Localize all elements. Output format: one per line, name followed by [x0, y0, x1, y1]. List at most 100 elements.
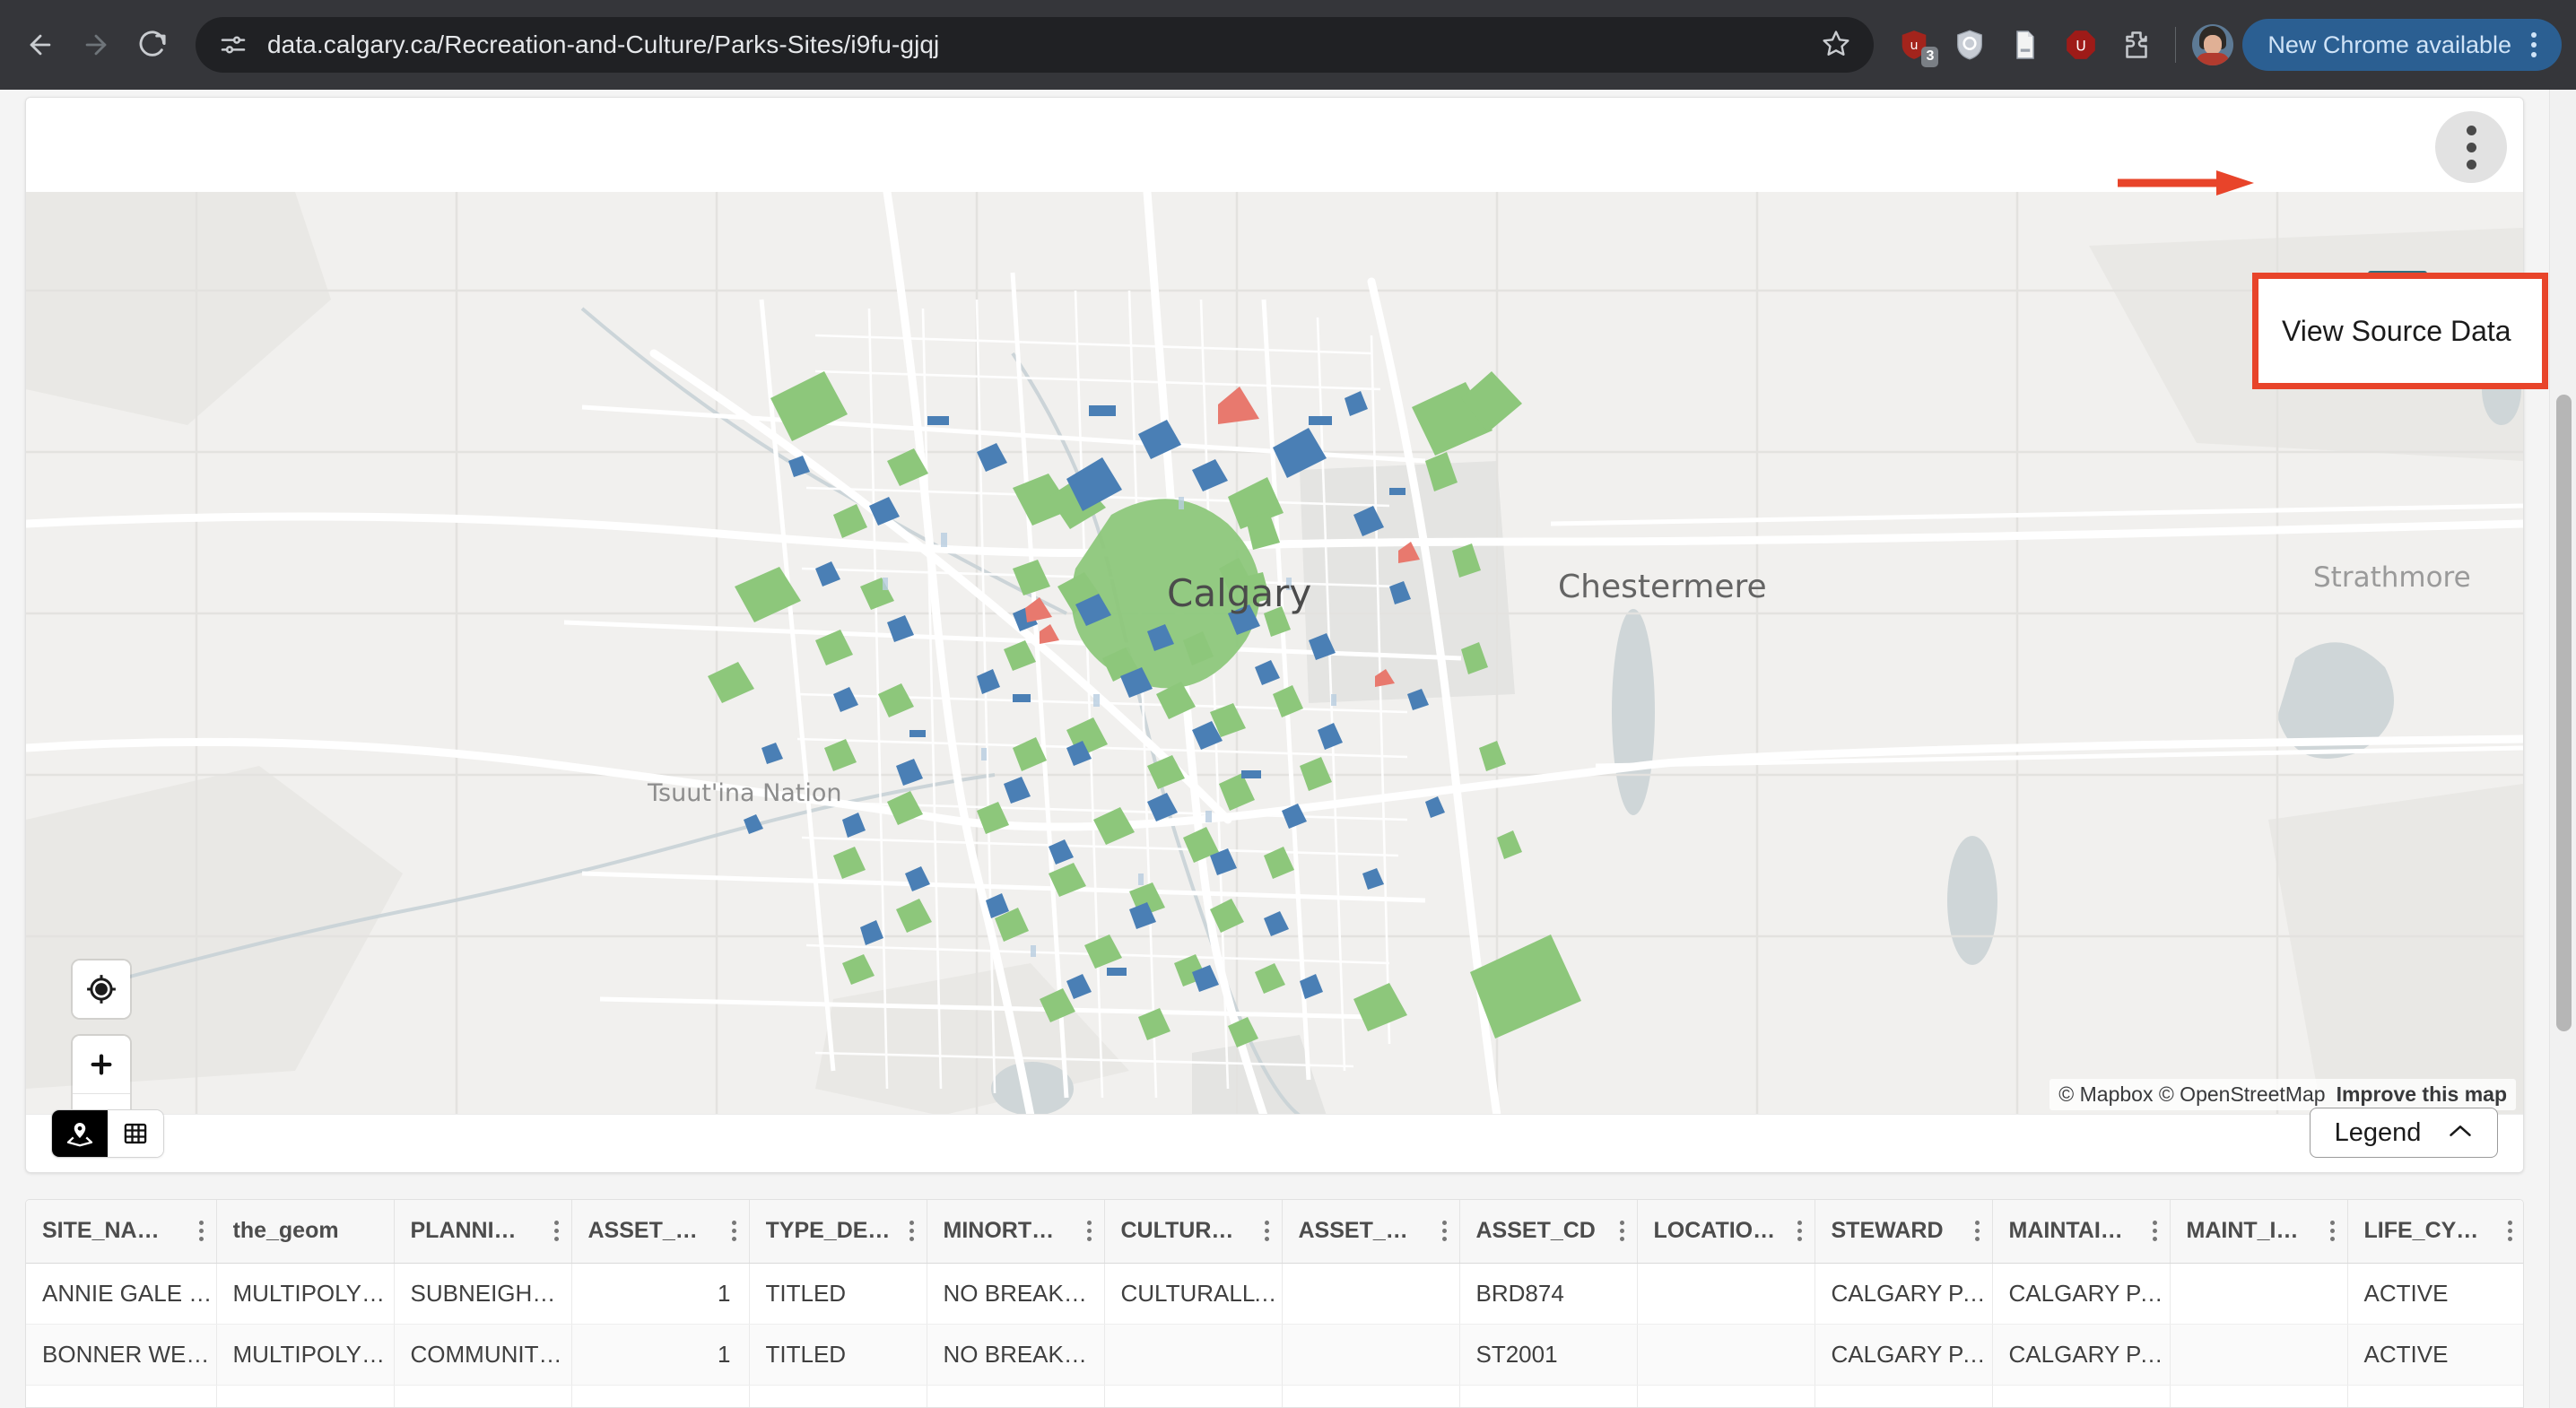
- table-column-header[interactable]: STEWARD: [1815, 1200, 1993, 1264]
- reload-icon[interactable]: [124, 17, 179, 73]
- table-cell: [2170, 1385, 2348, 1407]
- column-menu-icon[interactable]: [731, 1221, 736, 1242]
- geolocate-icon[interactable]: [73, 960, 130, 1018]
- column-menu-icon[interactable]: [2329, 1221, 2335, 1242]
- ublock-origin-extension-icon[interactable]: u 3: [1886, 17, 1942, 73]
- table-header-row: SITE_NA… the_geom PLANNI… ASSET_… TYPE_DE… MI…: [26, 1200, 2523, 1264]
- column-menu-icon[interactable]: [1619, 1221, 1624, 1242]
- table-cell: COMMUNITY…: [394, 1324, 572, 1386]
- table-row[interactable]: [26, 1385, 2523, 1407]
- column-menu-icon[interactable]: [553, 1221, 559, 1242]
- table-column-header-label: SITE_NA…: [42, 1218, 160, 1244]
- map-view-toggle-button[interactable]: [52, 1110, 108, 1157]
- improve-map-link[interactable]: Improve this map: [2337, 1082, 2507, 1107]
- column-menu-icon[interactable]: [198, 1221, 204, 1242]
- table-column-header[interactable]: ASSET_…: [1282, 1200, 1460, 1264]
- table-cell: [1282, 1385, 1460, 1407]
- extensions-puzzle-icon[interactable]: [2109, 17, 2164, 73]
- map-options-kebab-button[interactable]: [2435, 111, 2507, 183]
- table-cell: BRD874: [1459, 1263, 1638, 1325]
- table-column-header-label: CULTUR…: [1120, 1218, 1234, 1244]
- data-grid: SITE_NA… the_geom PLANNI… ASSET_… TYPE_DE… MI…: [26, 1200, 2523, 1407]
- table-cell: [394, 1385, 572, 1407]
- document-extension-icon[interactable]: [1997, 17, 2053, 73]
- table-column-header[interactable]: MAINTAI…: [1992, 1200, 2171, 1264]
- table-column-header-label: TYPE_DE…: [765, 1218, 891, 1244]
- table-cell: ST2001: [1459, 1324, 1638, 1386]
- table-cell: [1282, 1263, 1460, 1325]
- menu-item-view-source-data[interactable]: View Source Data: [2258, 315, 2542, 348]
- table-column-header[interactable]: MINORT…: [927, 1200, 1105, 1264]
- table-cell: ACTIVE: [2347, 1263, 2523, 1325]
- view-mode-toggle: [51, 1109, 164, 1158]
- address-bar[interactable]: data.calgary.ca/Recreation-and-Culture/P…: [196, 17, 1875, 73]
- map-card-footer: Legend: [26, 1108, 2523, 1172]
- zoom-control-group: [73, 1036, 130, 1116]
- page-scrollbar-thumb[interactable]: [2556, 395, 2572, 1031]
- table-cell: BONNER WE…: [26, 1324, 217, 1386]
- table-cell: CULTURALLY…: [1104, 1263, 1283, 1325]
- back-icon[interactable]: [13, 17, 68, 73]
- legend-button-label: Legend: [2334, 1117, 2422, 1147]
- table-column-header[interactable]: LOCATIO…: [1637, 1200, 1815, 1264]
- table-cell: NO BREAKD…: [927, 1263, 1105, 1325]
- column-menu-icon[interactable]: [909, 1221, 914, 1242]
- table-column-header[interactable]: CULTUR…: [1104, 1200, 1283, 1264]
- browser-toolbar: data.calgary.ca/Recreation-and-Culture/P…: [0, 0, 2576, 90]
- table-cell: [2170, 1263, 2348, 1325]
- source-data-table[interactable]: SITE_NA… the_geom PLANNI… ASSET_… TYPE_DE… MI…: [25, 1199, 2524, 1408]
- map-canvas[interactable]: Calgary Chestermere Strathmore Tsuut'ina…: [26, 192, 2523, 1116]
- extension-tray: u 3 U New Chrome available: [1874, 17, 2576, 73]
- chrome-update-button[interactable]: New Chrome available: [2242, 19, 2562, 71]
- zoom-in-icon[interactable]: [73, 1036, 130, 1093]
- map-graphic: [26, 192, 2523, 1116]
- table-cell: NO BREAKD…: [927, 1324, 1105, 1386]
- table-cell: [1104, 1385, 1283, 1407]
- u-extension-icon[interactable]: U: [2053, 17, 2109, 73]
- table-row[interactable]: BONNER WE… MULTIPOLYG… COMMUNITY… 1 TITLED NO…: [26, 1324, 2523, 1386]
- table-row[interactable]: ANNIE GALE … MULTIPOLYG… SUBNEIGHB… 1 TITLED…: [26, 1263, 2523, 1325]
- table-cell: ACTIVE: [2347, 1324, 2523, 1386]
- bookmark-star-icon[interactable]: [1804, 29, 1850, 62]
- chrome-menu-icon[interactable]: [2511, 32, 2553, 57]
- page-viewport: Calgary Chestermere Strathmore Tsuut'ina…: [0, 90, 2576, 1408]
- forward-icon[interactable]: [68, 17, 124, 73]
- table-column-header-label: the_geom: [232, 1218, 339, 1244]
- column-menu-icon[interactable]: [1974, 1221, 1980, 1242]
- column-menu-icon[interactable]: [1264, 1221, 1269, 1242]
- column-menu-icon[interactable]: [1441, 1221, 1447, 1242]
- column-menu-icon[interactable]: [1797, 1221, 1802, 1242]
- table-column-header[interactable]: the_geom: [216, 1200, 395, 1264]
- column-menu-icon[interactable]: [2152, 1221, 2157, 1242]
- table-column-header[interactable]: PLANNI…: [394, 1200, 572, 1264]
- table-cell: [571, 1385, 750, 1407]
- table-column-header[interactable]: TYPE_DE…: [749, 1200, 927, 1264]
- svg-text:u: u: [1910, 39, 1919, 53]
- site-info-icon[interactable]: [219, 30, 248, 59]
- table-cell: TITLED: [749, 1263, 927, 1325]
- table-column-header-label: STEWARD: [1831, 1218, 1944, 1244]
- url-text[interactable]: data.calgary.ca/Recreation-and-Culture/P…: [267, 30, 939, 59]
- table-cell: [26, 1385, 217, 1407]
- table-cell: [2170, 1324, 2348, 1386]
- map-options-menu: View Source Data: [2252, 273, 2548, 389]
- table-column-header[interactable]: LIFE_CY…: [2347, 1200, 2523, 1264]
- privacy-shield-extension-icon[interactable]: [1942, 17, 1997, 73]
- table-view-toggle-button[interactable]: [108, 1110, 163, 1157]
- table-column-header[interactable]: SITE_NA…: [26, 1200, 217, 1264]
- table-cell: [927, 1385, 1105, 1407]
- column-menu-icon[interactable]: [2507, 1221, 2512, 1242]
- table-cell: [1459, 1385, 1638, 1407]
- page-scrollbar[interactable]: [2549, 90, 2576, 1408]
- annotation-arrow: [2118, 170, 2254, 196]
- map-attribution: © Mapbox © OpenStreetMap Improve this ma…: [2049, 1079, 2516, 1110]
- legend-button[interactable]: Legend: [2310, 1108, 2498, 1158]
- table-column-header[interactable]: ASSET_…: [571, 1200, 750, 1264]
- table-column-header[interactable]: ASSET_CD: [1459, 1200, 1638, 1264]
- avatar[interactable]: [2192, 24, 2234, 65]
- table-cell: [749, 1385, 927, 1407]
- table-cell: [1282, 1324, 1460, 1386]
- column-menu-icon[interactable]: [1086, 1221, 1092, 1242]
- table-cell: [1104, 1324, 1283, 1386]
- table-column-header[interactable]: MAINT_I…: [2170, 1200, 2348, 1264]
